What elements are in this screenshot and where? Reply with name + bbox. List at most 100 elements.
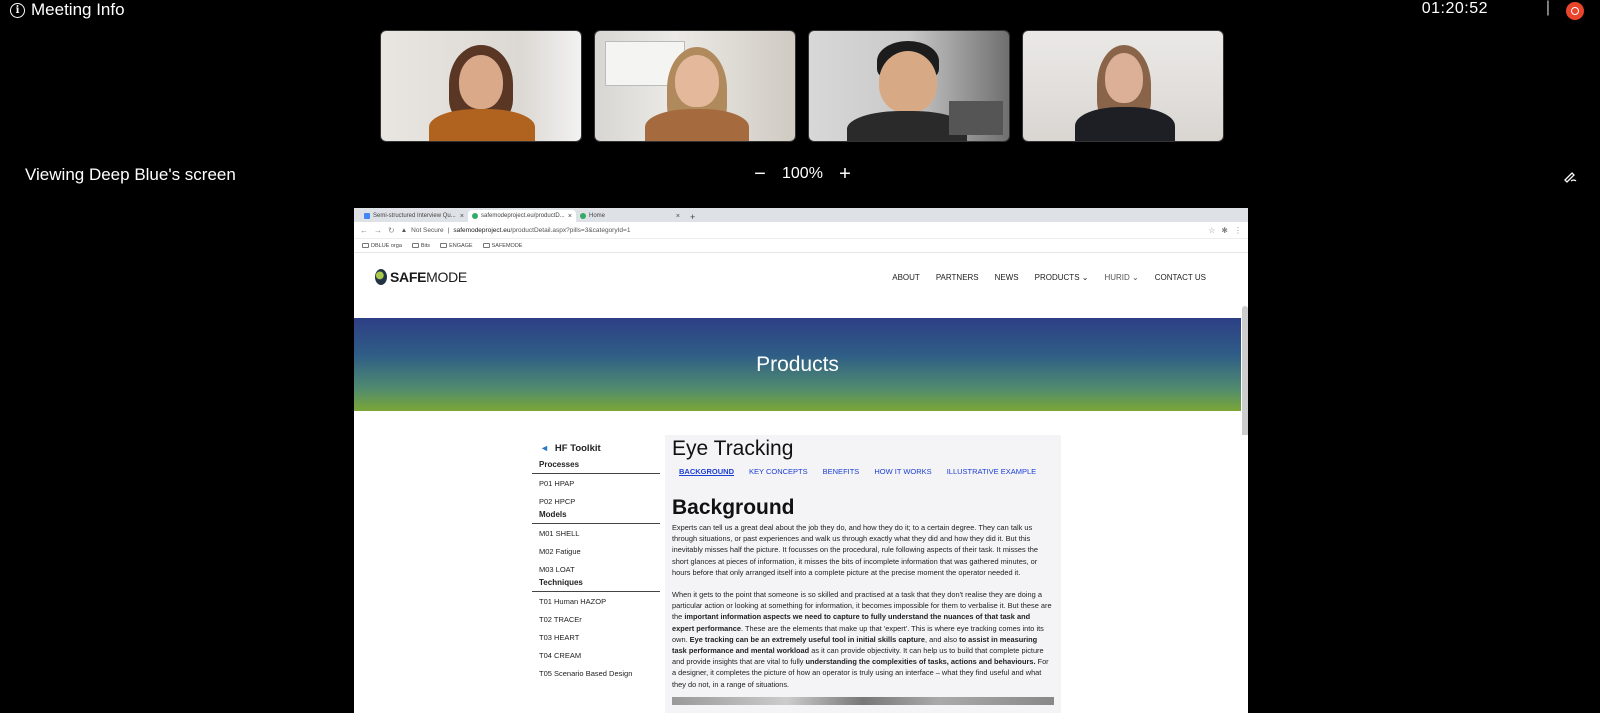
bookmark-folder[interactable]: Bits	[411, 242, 431, 249]
browser-tab-2[interactable]: safemodeproject.eu/productD... ×	[468, 210, 576, 222]
annotate-icon[interactable]	[1562, 168, 1578, 184]
menu-item-about[interactable]: ABOUT	[892, 273, 920, 282]
article-title: Eye Tracking	[672, 437, 794, 460]
forward-icon[interactable]: →	[374, 226, 382, 235]
section-heading: Background	[672, 496, 795, 519]
tab-close-icon[interactable]: ×	[676, 213, 680, 220]
hero-banner: Products	[354, 318, 1241, 411]
page-content: ◄ HF Toolkit Processes P01 HPAP P02 HPCP…	[354, 435, 1248, 713]
info-icon: i	[10, 2, 25, 18]
article-image	[672, 696, 1054, 705]
sidebar-item[interactable]: T05 Scenario Based Design	[532, 664, 660, 682]
tab-background[interactable]: BACKGROUND	[679, 467, 734, 476]
tab-key-concepts[interactable]: KEY CONCEPTS	[749, 467, 808, 476]
sidebar-item[interactable]: T02 TRACEr	[532, 610, 660, 628]
tab-benefits[interactable]: BENEFITS	[823, 467, 860, 476]
paragraph-1: Experts can tell us a great deal about t…	[672, 523, 1039, 577]
url-host: safemodeproject.eu	[453, 226, 511, 234]
logo-icon	[375, 269, 387, 285]
toolbar-divider: |	[1545, 0, 1550, 16]
zoom-in-button[interactable]: +	[837, 164, 853, 184]
bookmark-label: ENGAGE	[449, 242, 473, 249]
menu-item-hurid[interactable]: HURID ⌄	[1104, 273, 1138, 282]
sidebar-title[interactable]: ◄ HF Toolkit	[532, 441, 660, 455]
folder-icon	[440, 242, 448, 248]
tab-how-it-works[interactable]: HOW IT WORKS	[874, 467, 931, 476]
zoom-level: 100%	[782, 165, 823, 182]
site-header: SAFE MODE ABOUT PARTNERS NEWS PRODUCTS ⌄ …	[354, 253, 1248, 318]
tab-illustrative-example[interactable]: ILLUSTRATIVE EXAMPLE	[947, 467, 1036, 476]
meeting-info-label: Meeting Info	[31, 0, 125, 19]
tab-label: safemodeproject.eu/productD...	[481, 213, 565, 219]
menu-item-partners[interactable]: PARTNERS	[936, 273, 979, 282]
bookmark-folder[interactable]: DBLUE orga	[362, 243, 402, 249]
back-arrow-icon: ◄	[540, 443, 549, 453]
reload-icon[interactable]: ↻	[388, 226, 395, 235]
folder-icon	[362, 242, 369, 248]
sidebar-item[interactable]: P02 HPCP	[532, 492, 660, 510]
hero-title: Products	[756, 352, 839, 376]
menu-item-news[interactable]: NEWS	[995, 273, 1019, 282]
logo-text-bold: SAFE	[390, 269, 427, 285]
text-run-bold: understanding the complexities of tasks,…	[805, 657, 1036, 667]
participant-tile-4[interactable]	[1022, 30, 1224, 142]
extensions-icon[interactable]: ✱	[1221, 226, 1228, 235]
site-menu: ABOUT PARTNERS NEWS PRODUCTS ⌄ HURID ⌄ C…	[892, 273, 1206, 282]
folder-icon	[411, 242, 419, 248]
browser-tab-3[interactable]: Home ×	[576, 210, 684, 222]
participant-tile-1[interactable]	[380, 30, 582, 142]
menu-icon[interactable]: ⋮	[1234, 226, 1242, 235]
zoom-control: − 100% +	[752, 164, 853, 184]
sidebar-title-label: HF Toolkit	[554, 442, 601, 454]
logo-text: MODE	[426, 269, 467, 285]
tab-label: Home	[589, 213, 606, 219]
article-tabs: BACKGROUND KEY CONCEPTS BENEFITS HOW IT …	[672, 467, 1054, 476]
sidebar-item[interactable]: M01 SHELL	[532, 524, 660, 542]
sidebar-section-heading: Processes	[532, 455, 660, 474]
site-logo[interactable]: SAFE MODE	[375, 269, 467, 285]
participant-tile-2[interactable]	[594, 30, 796, 142]
meeting-app: i Meeting Info 01:20:52 | Viewing Deep B…	[0, 0, 1600, 713]
text-run: , and also	[925, 634, 960, 644]
tab-close-icon[interactable]: ×	[460, 213, 464, 220]
address-bar: ← → ↻ ▲ Not Secure | safemodeproject.eu /…	[354, 222, 1248, 239]
menu-item-contact[interactable]: CONTACT US	[1155, 273, 1206, 282]
text-run-bold: Eye tracking can be an extremely useful …	[689, 634, 926, 644]
url-field[interactable]: ▲ Not Secure | safemodeproject.eu/produc…	[401, 227, 1202, 234]
participant-tile-3[interactable]	[808, 30, 1010, 142]
toolkit-sidebar: ◄ HF Toolkit Processes P01 HPAP P02 HPCP…	[532, 441, 660, 682]
meeting-info-button[interactable]: i Meeting Info	[10, 0, 125, 20]
folder-icon	[482, 242, 490, 248]
zoom-out-button[interactable]: −	[752, 164, 768, 184]
sidebar-item[interactable]: M03 LOAT	[532, 560, 660, 578]
docs-icon	[364, 213, 370, 219]
site-favicon-icon	[580, 213, 586, 219]
sidebar-item[interactable]: T01 Human HAZOP	[532, 592, 660, 610]
record-button[interactable]	[1566, 2, 1584, 20]
sidebar-section-heading: Techniques	[532, 578, 660, 592]
browser-tab-1[interactable]: Semi-structured Interview Qu... ×	[360, 210, 468, 222]
bookmark-label: Bits	[420, 242, 431, 249]
article-panel: Eye Tracking BACKGROUND KEY CONCEPTS BEN…	[665, 435, 1061, 713]
star-icon[interactable]: ☆	[1208, 226, 1215, 235]
back-icon[interactable]: ←	[360, 226, 368, 235]
bookmark-label: SAFEMODE	[491, 242, 523, 249]
sidebar-item[interactable]: M02 Fatigue	[532, 542, 660, 560]
site-favicon-icon	[472, 213, 478, 219]
bookmark-folder[interactable]: ENGAGE	[440, 243, 473, 249]
menu-item-products[interactable]: PRODUCTS ⌄	[1035, 273, 1089, 282]
new-tab-button[interactable]: +	[684, 212, 701, 222]
sidebar-item[interactable]: T03 HEART	[532, 628, 660, 646]
tab-close-icon[interactable]: ×	[568, 213, 572, 220]
tab-label: Semi-structured Interview Qu...	[373, 213, 456, 219]
paragraph-2: When it gets to the point that someone i…	[672, 589, 1054, 690]
sidebar-item[interactable]: T04 CREAM	[532, 646, 660, 664]
bookmark-label: DBLUE orga	[371, 242, 402, 249]
bookmark-folder[interactable]: SAFEMODE	[482, 242, 523, 249]
security-label: Not Secure	[411, 226, 444, 234]
warning-icon: ▲	[400, 226, 408, 234]
url-path: /productDetail.aspx?pills=3&categoryId=1	[510, 226, 631, 234]
sidebar-item[interactable]: P01 HPAP	[532, 474, 660, 492]
viewing-label: Viewing Deep Blue's screen	[25, 165, 236, 184]
sidebar-section-heading: Models	[532, 510, 660, 524]
